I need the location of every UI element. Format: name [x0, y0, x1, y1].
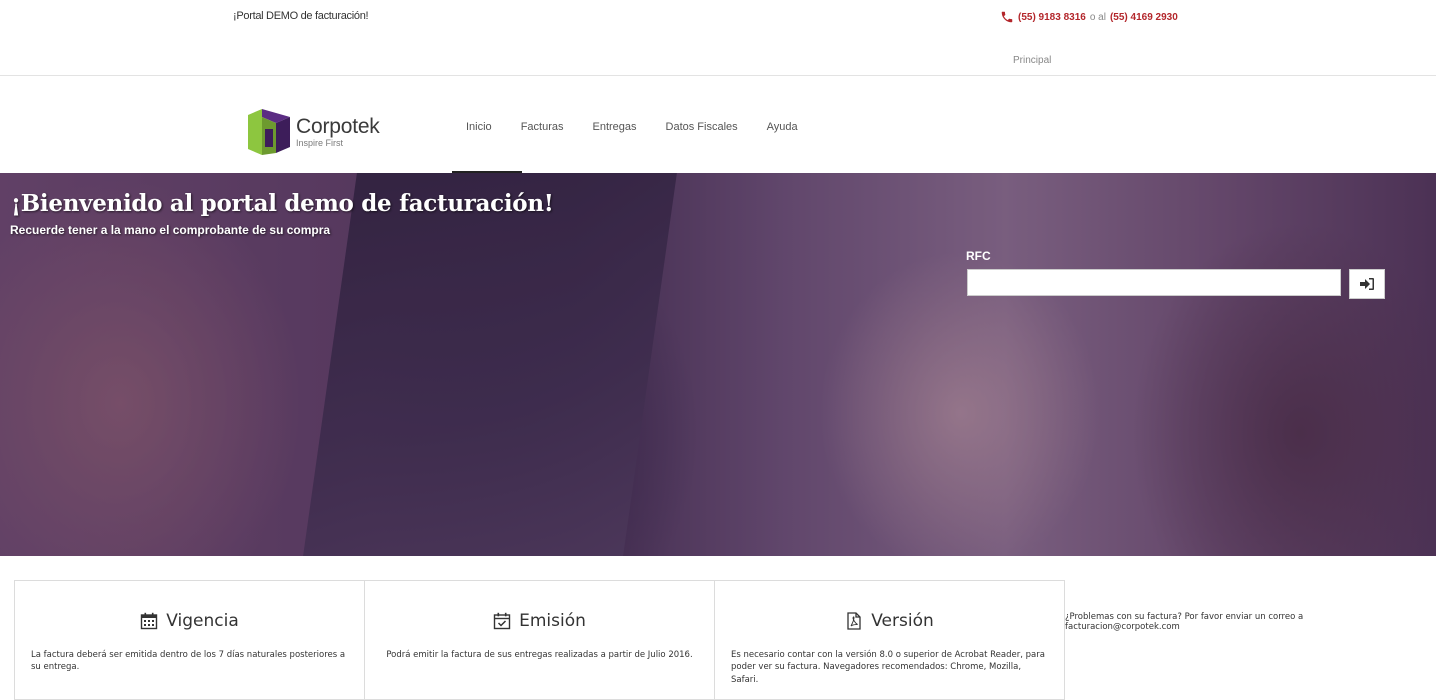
card-emision-text: Podrá emitir la factura de sus entregas …	[386, 650, 693, 660]
corpotek-logo-icon	[248, 109, 290, 155]
calendar-check-icon	[493, 612, 511, 630]
hero-title: ¡Bienvenido al portal demo de facturació…	[11, 190, 554, 217]
nav-inicio[interactable]: Inicio	[452, 121, 522, 174]
logo-name: Corpotek	[296, 115, 380, 138]
hero-banner: ¡Bienvenido al portal demo de facturació…	[0, 173, 1436, 556]
card-emision: Emisión Podrá emitir la factura de sus e…	[364, 580, 715, 700]
rfc-label: RFC	[966, 249, 991, 263]
phone-secondary[interactable]: (55) 4169 2930	[1110, 12, 1178, 23]
phone-icon	[1001, 11, 1013, 23]
card-version-text: Es necesario contar con la versión 8.0 o…	[731, 650, 1045, 685]
info-cards: Vigencia La factura deberá ser emitida d…	[14, 580, 1065, 700]
support-note: ¿Problemas con su factura? Por favor env…	[1065, 612, 1304, 633]
phone-separator: o al	[1089, 11, 1106, 23]
calendar-icon	[141, 612, 158, 630]
rfc-input[interactable]	[967, 269, 1341, 296]
sign-in-icon	[1360, 278, 1374, 290]
card-emision-title: Emisión	[519, 611, 586, 631]
logo-tagline: Inspire First	[296, 138, 344, 148]
card-vigencia-title: Vigencia	[166, 611, 239, 631]
nav-entregas[interactable]: Entregas	[592, 121, 636, 173]
nav-ayuda[interactable]: Ayuda	[767, 121, 798, 173]
principal-link[interactable]: Principal	[1013, 55, 1051, 66]
portal-tagline: ¡Portal DEMO de facturación!	[233, 10, 369, 22]
nav-facturas[interactable]: Facturas	[521, 121, 564, 173]
card-version-title: Versión	[871, 611, 934, 631]
corpotek-logo[interactable]: Corpotek Inspire First	[248, 109, 380, 155]
rfc-submit-button[interactable]	[1349, 269, 1385, 299]
pdf-file-icon	[847, 612, 861, 630]
hero-subtitle: Recuerde tener a la mano el comprobante …	[10, 223, 331, 237]
card-vigencia: Vigencia La factura deberá ser emitida d…	[14, 580, 365, 700]
card-version: Versión Es necesario contar con la versi…	[714, 580, 1065, 700]
phone-primary[interactable]: (55) 9183 8316	[1018, 12, 1086, 23]
phone-contact: (55) 9183 8316 o al (55) 4169 2930	[1000, 10, 1178, 24]
site-header: Corpotek Inspire First Inicio Facturas E…	[0, 77, 1436, 174]
main-nav: Inicio Facturas Entregas Datos Fiscales …	[452, 121, 827, 174]
top-bar: ¡Portal DEMO de facturación! (55) 9183 8…	[0, 0, 1436, 76]
nav-datos-fiscales[interactable]: Datos Fiscales	[666, 121, 738, 173]
card-vigencia-text: La factura deberá ser emitida dentro de …	[31, 650, 346, 673]
